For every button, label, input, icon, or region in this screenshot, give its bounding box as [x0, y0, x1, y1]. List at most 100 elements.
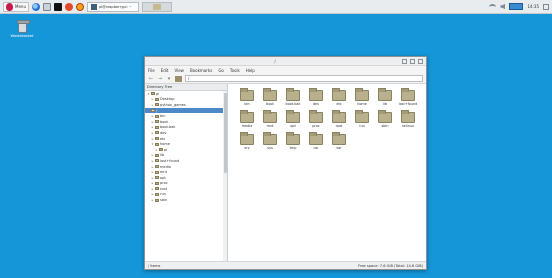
file-item[interactable]: dev	[305, 88, 327, 106]
folder-icon	[155, 131, 159, 135]
file-item[interactable]: proc	[305, 110, 327, 128]
file-item-label: boot.bak	[285, 102, 301, 106]
folder-icon	[155, 120, 159, 124]
maximize-icon[interactable]	[410, 58, 415, 64]
path-input[interactable]: /	[185, 75, 423, 82]
file-item[interactable]: bin	[236, 88, 258, 106]
file-item[interactable]: media	[236, 110, 258, 128]
back-arrow-icon[interactable]: ←	[148, 76, 154, 82]
expander-icon[interactable]: ▸	[151, 103, 154, 107]
tree-list: ▾ pi ▸ Desktop ▸ python_games ▾ / ▸ bin ▸ boot ▸ boot…	[145, 91, 227, 203]
expander-icon[interactable]: ▸	[151, 114, 154, 118]
scroll-thumb[interactable]	[223, 93, 227, 173]
menu-go[interactable]: Go	[218, 68, 224, 73]
file-item[interactable]: root	[328, 110, 350, 128]
wifi-icon[interactable]	[489, 3, 497, 10]
toolbar: ← → ▾ /	[145, 74, 426, 84]
expander-icon[interactable]: ▸	[151, 159, 154, 163]
file-manager-icon[interactable]	[42, 2, 51, 11]
folder-icon	[159, 148, 163, 152]
tree-item-label: proc	[160, 181, 168, 186]
history-dropdown-icon[interactable]: ▾	[166, 76, 172, 82]
close-icon[interactable]	[418, 58, 423, 64]
file-item[interactable]: srv	[236, 132, 258, 150]
forward-arrow-icon[interactable]: →	[157, 76, 163, 82]
expander-icon[interactable]: ▸	[151, 125, 154, 129]
home-folder-icon[interactable]	[175, 75, 182, 82]
status-free-space: Free space: 7.6 GiB (Total: 14.6 GiB)	[358, 263, 423, 268]
tree-item-label: etc	[160, 136, 166, 141]
menu-view[interactable]: View	[174, 68, 184, 73]
tree-scrollbar[interactable]	[223, 91, 227, 261]
folder-icon	[155, 114, 159, 118]
desktop-icon-wastebasket[interactable]: Wastebasket	[8, 20, 36, 38]
menu-edit[interactable]: Edit	[161, 68, 169, 73]
file-item[interactable]: sys	[259, 132, 281, 150]
file-item[interactable]: selinux	[397, 110, 419, 128]
file-manager-window: / File Edit View Bookmarks Go Tools Help…	[144, 56, 427, 270]
tree-item-label: home	[160, 142, 170, 147]
expander-icon[interactable]: ▸	[151, 165, 154, 169]
file-item-label: home	[357, 102, 367, 106]
file-item[interactable]: mnt	[259, 110, 281, 128]
folder-icon	[155, 159, 159, 163]
file-item[interactable]: opt	[282, 110, 304, 128]
menubar: File Edit View Bookmarks Go Tools Help	[145, 66, 426, 74]
file-item[interactable]: var	[328, 132, 350, 150]
expander-icon[interactable]: ▸	[151, 131, 154, 135]
mathematica-icon[interactable]	[64, 2, 73, 11]
expander-icon[interactable]: ▸	[151, 120, 154, 124]
file-item[interactable]: etc	[328, 88, 350, 106]
expander-icon[interactable]: ▸	[151, 137, 154, 141]
expander-icon[interactable]: ▸	[151, 181, 154, 185]
expander-icon[interactable]: ▸	[151, 153, 154, 157]
volume-icon[interactable]	[500, 3, 506, 10]
menu-help[interactable]: Help	[246, 68, 255, 73]
menu-file[interactable]: File	[148, 68, 155, 73]
tree-header[interactable]: Directory Tree	[145, 84, 227, 91]
file-item[interactable]: sbin	[374, 110, 396, 128]
terminal-icon[interactable]	[53, 2, 62, 11]
expander-icon[interactable]: ▸	[151, 97, 154, 101]
expander-icon[interactable]: ▸	[151, 187, 154, 191]
expander-icon[interactable]: ▸	[151, 198, 154, 202]
folder-icon	[155, 198, 159, 202]
expander-icon[interactable]: ▾	[147, 92, 150, 96]
task-file-manager[interactable]	[141, 1, 172, 12]
tree-item-label: pi	[164, 147, 168, 152]
expander-icon[interactable]: ▸	[151, 170, 154, 174]
wolfram-icon[interactable]	[75, 2, 84, 11]
menu-bookmarks[interactable]: Bookmarks	[190, 68, 212, 73]
file-item[interactable]: home	[351, 88, 373, 106]
file-item-label: sbin	[381, 124, 389, 128]
expander-icon[interactable]: ▸	[151, 192, 154, 196]
clock[interactable]: 14:35	[527, 4, 539, 9]
expander-icon[interactable]: ▸	[155, 148, 158, 152]
file-item-label: media	[241, 124, 253, 128]
system-tray: 14:35	[489, 3, 549, 10]
file-item[interactable]: lost+found	[397, 88, 419, 106]
file-item-label: opt	[290, 124, 296, 128]
menu-button[interactable]: Menu	[3, 1, 29, 12]
file-item[interactable]: usr	[305, 132, 327, 150]
file-item[interactable]: boot	[259, 88, 281, 106]
file-item[interactable]: lib	[374, 88, 396, 106]
file-item[interactable]: tmp	[282, 132, 304, 150]
window-titlebar[interactable]: /	[145, 57, 426, 66]
file-item[interactable]: boot.bak	[282, 88, 304, 106]
top-panel: Menu pi@raspberrypi: ~ 14:35	[0, 0, 552, 14]
file-grid: bin boot boot.bak dev etc home lib lost+found me…	[236, 88, 419, 150]
file-item-label: proc	[312, 124, 320, 128]
menu-tools[interactable]: Tools	[230, 68, 240, 73]
web-browser-icon[interactable]	[31, 2, 40, 11]
expander-icon[interactable]: ▾	[147, 109, 150, 113]
expander-icon[interactable]: ▸	[151, 176, 154, 180]
expander-icon[interactable]: ▾	[151, 142, 154, 146]
tree-item[interactable]: ▸ sbin	[145, 197, 227, 203]
folder-icon	[155, 137, 159, 141]
minimize-icon[interactable]	[402, 58, 407, 64]
eject-icon[interactable]	[543, 3, 549, 10]
task-terminal[interactable]: pi@raspberrypi: ~	[86, 1, 139, 12]
folder-icon	[286, 88, 300, 101]
file-item[interactable]: run	[351, 110, 373, 128]
